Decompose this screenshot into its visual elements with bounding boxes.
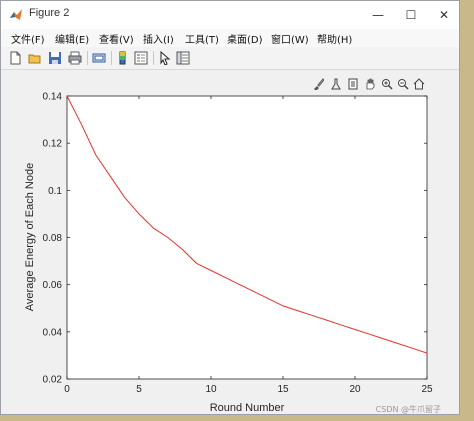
- watermark: CSDN @牛爪留子: [375, 405, 441, 414]
- x-tick-label: 5: [136, 384, 142, 395]
- y-tick-label: 0.08: [43, 233, 63, 244]
- plot-area: [66, 95, 428, 380]
- y-tick-label: 0.06: [43, 280, 63, 291]
- y-tick-label: 0.12: [43, 139, 63, 150]
- x-tick-label: 0: [64, 384, 70, 395]
- figure-window: Figure 2 — ☐ ✕ 文件(F) 编辑(E) 查看(V) 插入(I) 工…: [0, 0, 460, 415]
- x-axis-label: Round Number: [210, 402, 285, 414]
- line-chart: 0 5 10 15 20 25 0.02 0.04 0.06 0.08 0.1 0.12 0.14 R…: [24, 92, 433, 415]
- x-tick-label: 15: [277, 384, 289, 395]
- x-tick-label: 20: [349, 384, 361, 395]
- x-tick-label: 10: [205, 384, 217, 395]
- y-tick-label: 0.04: [43, 327, 63, 338]
- x-tick-label: 25: [421, 384, 433, 395]
- y-tick-label: 0.1: [48, 186, 62, 197]
- y-tick-label: 0.02: [43, 375, 63, 386]
- y-axis-label: Average Energy of Each Node: [24, 163, 36, 311]
- y-tick-label: 0.14: [43, 92, 63, 103]
